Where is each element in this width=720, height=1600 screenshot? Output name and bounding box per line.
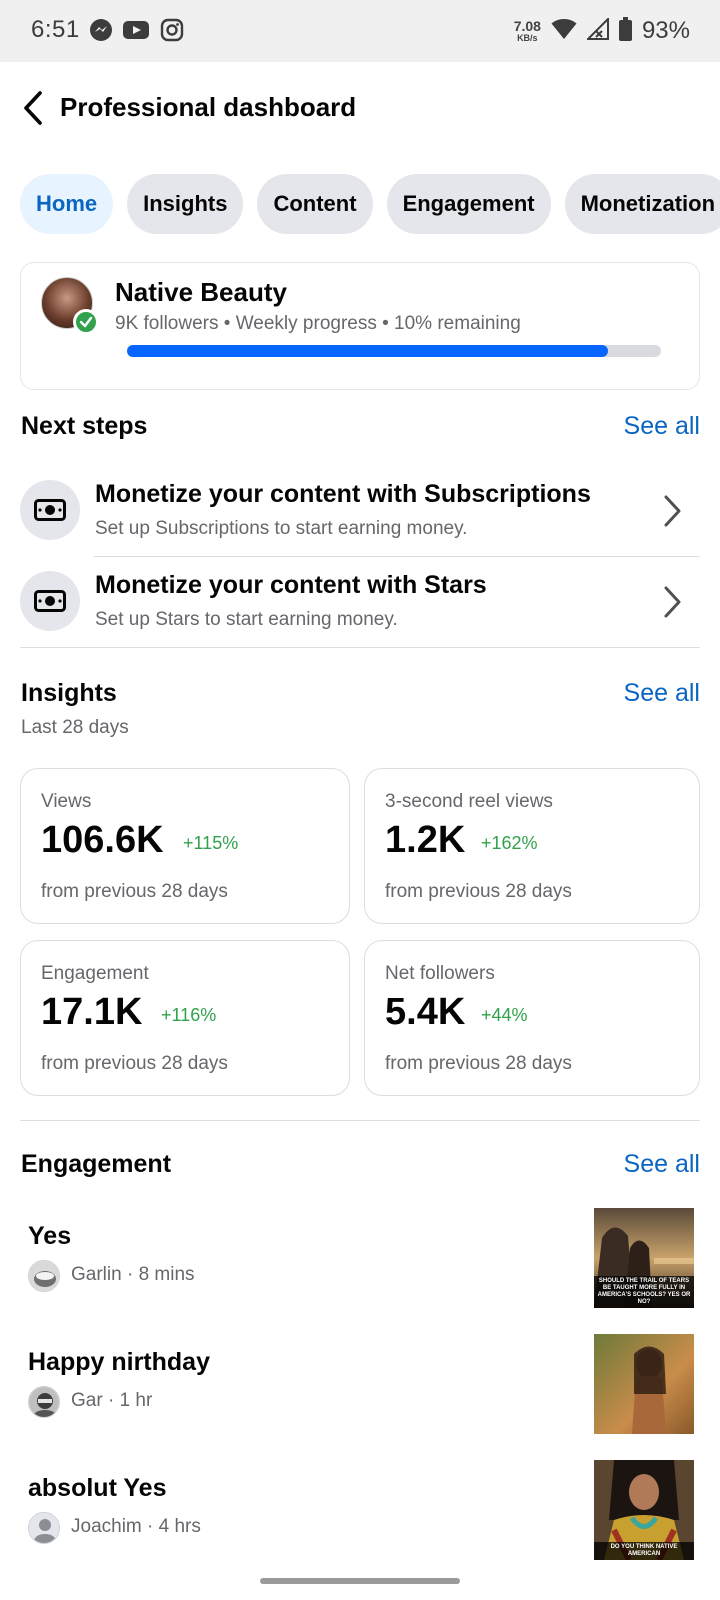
youtube-icon [122,18,149,44]
section-divider [20,1120,700,1121]
chevron-right-icon [664,586,681,618]
post-thumbnail[interactable]: SHOULD THE TRAIL OF TEARS BE TAUGHT MORE… [594,1208,694,1308]
insight-change: +44% [481,1005,528,1025]
insights-title: Insights [21,679,117,707]
insights-subtitle: Last 28 days [21,717,129,738]
insight-value: 17.1K [41,991,143,1033]
engagement-item[interactable]: Yes Garlin · 8 mins SHOULD THE TRAIL OF … [0,1208,720,1314]
status-time: 6:51 [31,16,80,43]
tab-monetization[interactable]: Monetization [564,174,720,234]
comment-meta: Garlin · 8 mins [71,1264,195,1285]
comment-text: Yes [28,1222,72,1250]
engagement-title: Engagement [21,1150,172,1178]
money-icon [20,571,80,631]
step-title: Monetize your content with Subscriptions [95,480,591,508]
page-title: Professional dashboard [60,92,357,122]
back-button[interactable] [18,88,48,128]
battery-percent: 93% [641,17,690,44]
progress-fill [127,345,608,357]
post-thumbnail[interactable] [594,1334,694,1434]
instagram-icon [160,18,186,44]
profile-card[interactable]: Native Beauty 9K followers • Weekly prog… [20,262,700,390]
tab-bar: Home Insights Content Engagement Monetiz… [20,174,720,234]
insights-see-all[interactable]: See all [624,679,700,708]
messenger-icon [89,18,115,44]
engagement-item[interactable]: Happy nirthday Gar · 1 hr [0,1334,720,1440]
post-thumbnail[interactable]: DO YOU THINK NATIVE AMERICAN [594,1460,694,1560]
insight-card-views[interactable]: Views 106.6K +115% from previous 28 days [20,768,350,924]
status-right: 7.08 KB/s 93% [514,14,690,48]
step-title: Monetize your content with Stars [95,571,487,599]
profile-avatar [41,277,99,335]
profile-meta: 9K followers • Weekly progress • 10% rem… [115,313,521,334]
step-description: Set up Stars to start earning money. [95,609,398,630]
insight-change: +116% [161,1005,217,1025]
avatar [28,1260,60,1292]
default-avatar-icon [28,1512,60,1544]
money-icon [20,480,80,540]
insight-card-reel-views[interactable]: 3-second reel views 1.2K +162% from prev… [364,768,700,924]
header: Professional dashboard [0,62,720,152]
signal-icon [585,16,609,45]
next-steps-see-all[interactable]: See all [624,412,700,441]
thumbnail-caption: SHOULD THE TRAIL OF TEARS BE TAUGHT MORE… [594,1276,694,1308]
step-subscriptions[interactable]: Monetize your content with Subscriptions… [20,466,700,556]
battery-icon [618,16,632,46]
tab-engagement[interactable]: Engagement [386,174,551,234]
tab-content[interactable]: Content [257,174,373,234]
comment-meta: Gar · 1 hr [71,1390,153,1411]
comment-text: Happy nirthday [28,1348,210,1376]
insight-change: +162% [481,833,538,853]
section-divider [20,647,700,648]
chevron-right-icon [664,495,681,527]
insight-footer: from previous 28 days [41,1053,228,1074]
insight-card-engagement[interactable]: Engagement 17.1K +116% from previous 28 … [20,940,350,1096]
profile-name: Native Beauty [115,277,287,307]
engagement-see-all[interactable]: See all [624,1150,700,1179]
thumbnail-caption: DO YOU THINK NATIVE AMERICAN [594,1542,694,1560]
step-description: Set up Subscriptions to start earning mo… [95,518,468,539]
insight-value: 106.6K [41,819,164,861]
step-stars[interactable]: Monetize your content with Stars Set up … [20,557,700,647]
tab-insights[interactable]: Insights [127,174,244,234]
home-indicator[interactable] [260,1578,460,1584]
next-steps-title: Next steps [21,412,148,440]
wifi-icon [551,18,577,45]
insight-footer: from previous 28 days [385,881,572,902]
avatar [28,1386,60,1418]
insight-label: Net followers [385,963,495,984]
status-bar: 6:51 7.08 KB/s 93% [0,0,720,62]
weekly-progress-bar [127,345,661,357]
insight-label: Engagement [41,963,149,984]
insight-value: 5.4K [385,991,466,1033]
insight-change: +115% [183,833,239,853]
check-icon [73,309,99,335]
insight-value: 1.2K [385,819,466,861]
engagement-item[interactable]: absolut Yes Joachim · 4 hrs DO YOU THINK… [0,1460,720,1566]
tab-home[interactable]: Home [20,174,114,234]
insight-card-net-followers[interactable]: Net followers 5.4K +44% from previous 28… [364,940,700,1096]
comment-text: absolut Yes [28,1474,167,1502]
network-speed: 7.08 KB/s [513,18,541,43]
back-arrow-icon [24,91,42,125]
insight-label: 3-second reel views [385,791,553,812]
insight-footer: from previous 28 days [41,881,228,902]
insight-footer: from previous 28 days [385,1053,572,1074]
comment-meta: Joachim · 4 hrs [71,1516,201,1537]
insight-label: Views [41,791,92,812]
